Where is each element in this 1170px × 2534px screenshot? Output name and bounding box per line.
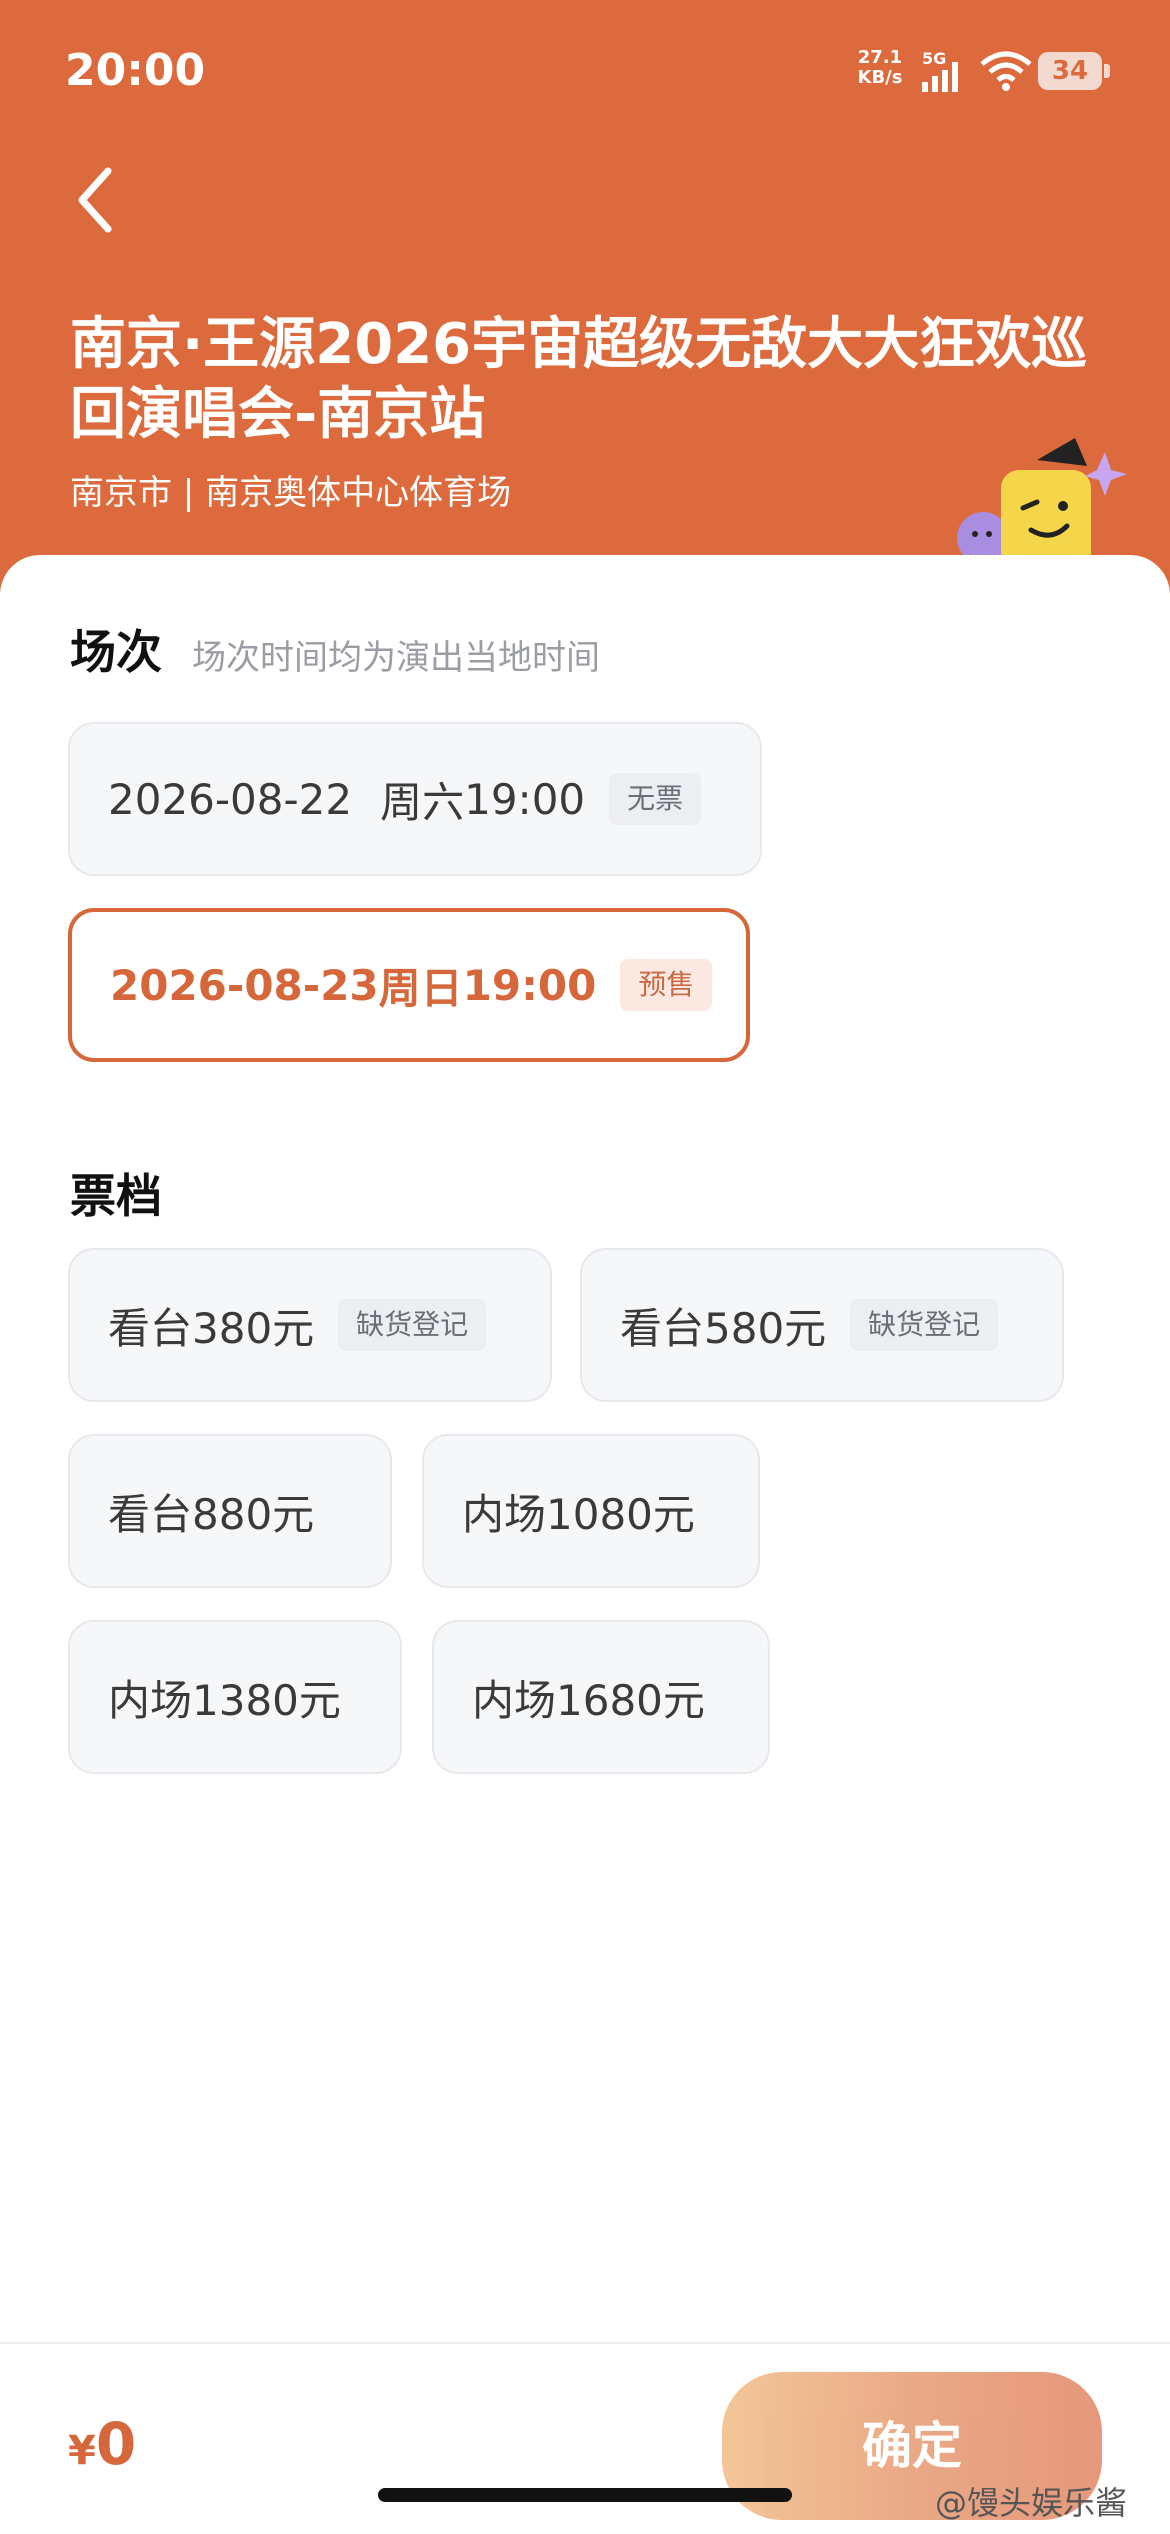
ticket-option-1[interactable]: 看台380元 缺货登记 (68, 1248, 552, 1402)
net-speed-unit: KB/s (857, 67, 903, 88)
session-date: 2026-08-23 (110, 960, 379, 1010)
ticket-option-2[interactable]: 看台580元 缺货登记 (580, 1248, 1064, 1402)
ticket-option-4[interactable]: 内场1080元 (422, 1434, 760, 1588)
net-speed: 27.1 KB/s (850, 48, 910, 88)
ticket-label: 看台880元 (108, 1489, 315, 1539)
sold-out-badge: 无票 (609, 773, 702, 825)
ticket-label: 内场1680元 (472, 1675, 705, 1725)
ticket-option-5[interactable]: 内场1380元 (68, 1620, 402, 1774)
mascot-illustration (957, 438, 1127, 570)
waitlist-badge: 缺货登记 (338, 1299, 487, 1351)
home-indicator[interactable] (378, 2488, 792, 2502)
ticket-label: 内场1080元 (462, 1489, 695, 1539)
waitlist-badge: 缺货登记 (850, 1299, 999, 1351)
ticket-label: 内场1380元 (108, 1675, 341, 1725)
session-day: 周日 (378, 963, 463, 1013)
session-section-title: 场次 (70, 625, 162, 679)
presale-badge: 预售 (620, 959, 713, 1011)
session-time: 19:00 (464, 774, 586, 824)
back-arrow-icon[interactable] (70, 165, 120, 235)
venue-info: 南京市 | 南京奥体中心体育场 (70, 473, 512, 513)
concert-title: 南京·王源2026宇宙超级无敌大大狂欢巡回演唱会-南京站 (70, 312, 1088, 447)
signal-icon: 5G (922, 50, 958, 92)
ticket-label: 看台380元 (108, 1303, 315, 1353)
session-option-1[interactable]: 2026-08-22 周六 19:00 无票 (68, 722, 762, 876)
header-banner: 20:00 27.1 KB/s 5G 34 南京·王源2026宇宙超级无敌大大狂… (0, 0, 1170, 600)
ticket-label: 看台580元 (620, 1303, 827, 1353)
currency-symbol: ¥ (68, 2428, 96, 2474)
session-note: 场次时间均为演出当地时间 (192, 638, 600, 678)
price-amount: 0 (95, 2410, 137, 2478)
net-speed-value: 27.1 (857, 47, 903, 68)
wifi-icon (980, 51, 1032, 91)
watermark-text: @馒头娱乐酱 (935, 2484, 1128, 2522)
session-time: 19:00 (462, 960, 597, 1010)
status-time: 20:00 (65, 45, 206, 96)
ticket-option-3[interactable]: 看台880元 (68, 1434, 392, 1588)
session-option-2[interactable]: 2026-08-23 周日 19:00 预售 (68, 908, 750, 1062)
session-day: 周六 (380, 777, 465, 827)
ticket-section-title: 票档 (70, 1169, 162, 1223)
network-type-label: 5G (922, 50, 946, 68)
total-price: ¥0 (68, 2410, 136, 2478)
battery-indicator: 34 (1038, 52, 1110, 90)
ticket-option-6[interactable]: 内场1680元 (432, 1620, 770, 1774)
session-date: 2026-08-22 (108, 774, 353, 824)
